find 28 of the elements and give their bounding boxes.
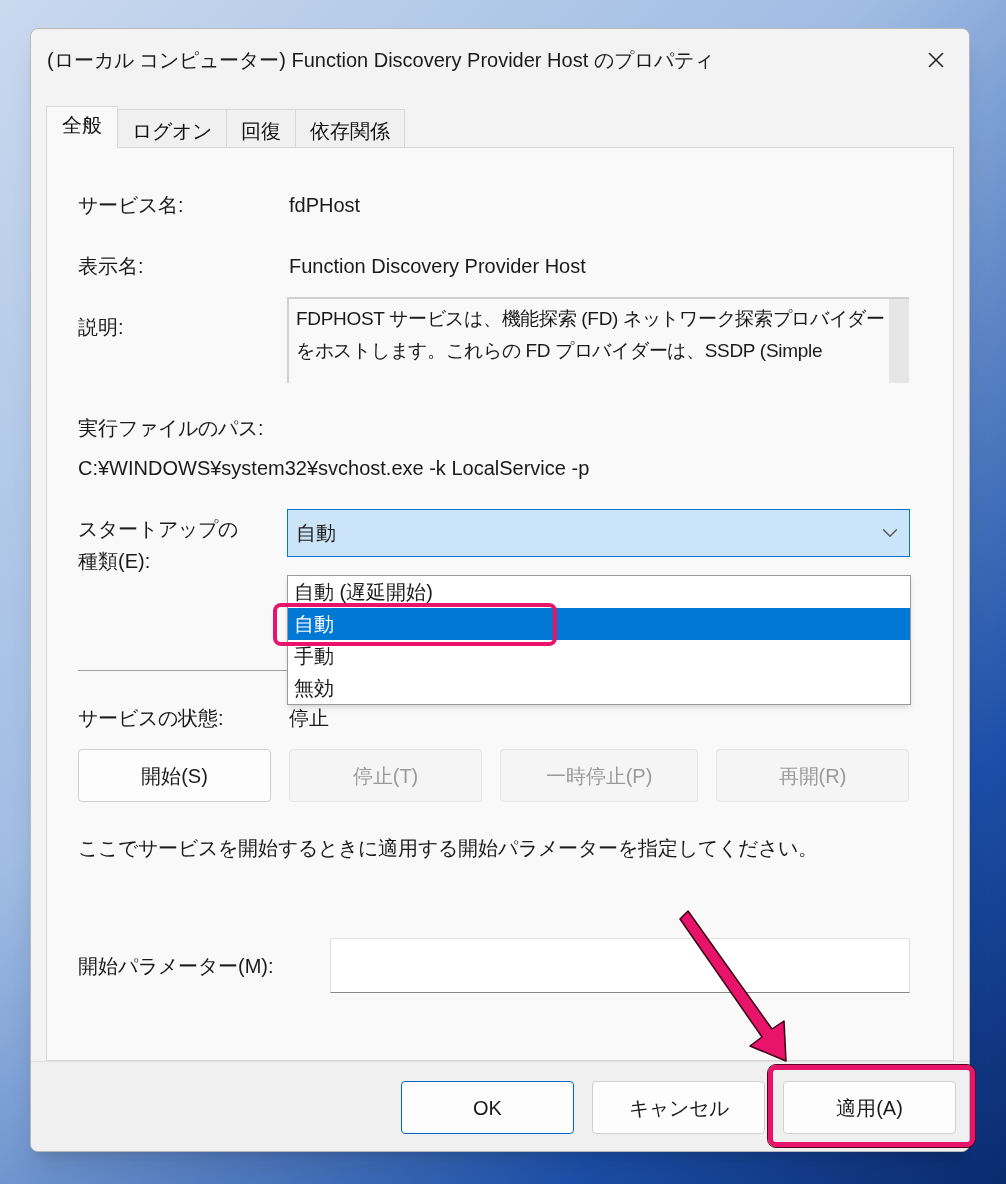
dropdown-option[interactable]: 手動 <box>288 640 910 672</box>
tab[interactable]: 回復 <box>227 109 296 147</box>
dialog-button[interactable]: キャンセル <box>592 1081 765 1134</box>
window-title: (ローカル コンピューター) Function Discovery Provider Host のプロパティ <box>47 48 714 73</box>
tab[interactable]: 全般 <box>46 106 118 148</box>
tab[interactable]: ログオン <box>118 109 227 147</box>
tab[interactable]: 依存関係 <box>296 109 405 147</box>
field-label: 説明: <box>78 315 125 340</box>
dropdown-option[interactable]: 無効 <box>288 672 910 704</box>
field-value: Function Discovery Provider Host <box>289 254 586 279</box>
description-box: FDPHOST サービスは、機能探索 (FD) ネットワーク探索プロバイダーをホストします。これらの FD プロバイダーは、SSDP (Simple <box>287 297 909 383</box>
dropdown-option[interactable]: 自動 <box>288 608 910 640</box>
path-value: C:¥WINDOWS¥system32¥svchost.exe -k LocalService -p <box>78 456 591 481</box>
parameters-input-field[interactable] <box>330 938 910 993</box>
status-label: サービスの状態: <box>78 706 225 731</box>
dropdown-option[interactable]: 自動 (遅延開始) <box>288 576 910 608</box>
startup-type-label: スタートアップの種類(E): <box>78 517 239 574</box>
status-value: 停止 <box>289 706 329 731</box>
field-label: サービス名: <box>78 193 185 218</box>
field-label: 表示名: <box>78 254 145 279</box>
path-label: 実行ファイルのパス: <box>78 416 265 441</box>
field-value: fdPHost <box>289 193 361 218</box>
startup-type-dropdown[interactable]: 自動 <box>286 509 910 557</box>
dialog-button[interactable]: 適用(A) <box>783 1081 956 1134</box>
parameters-label: 開始パラメーター(M): <box>78 953 275 979</box>
dialog-button[interactable]: OK <box>401 1081 574 1134</box>
service-button[interactable]: 開始(S) <box>78 749 271 802</box>
hint-text: ここでサービスを開始するときに適用する開始パラメーターを指定してください。 <box>78 836 819 861</box>
